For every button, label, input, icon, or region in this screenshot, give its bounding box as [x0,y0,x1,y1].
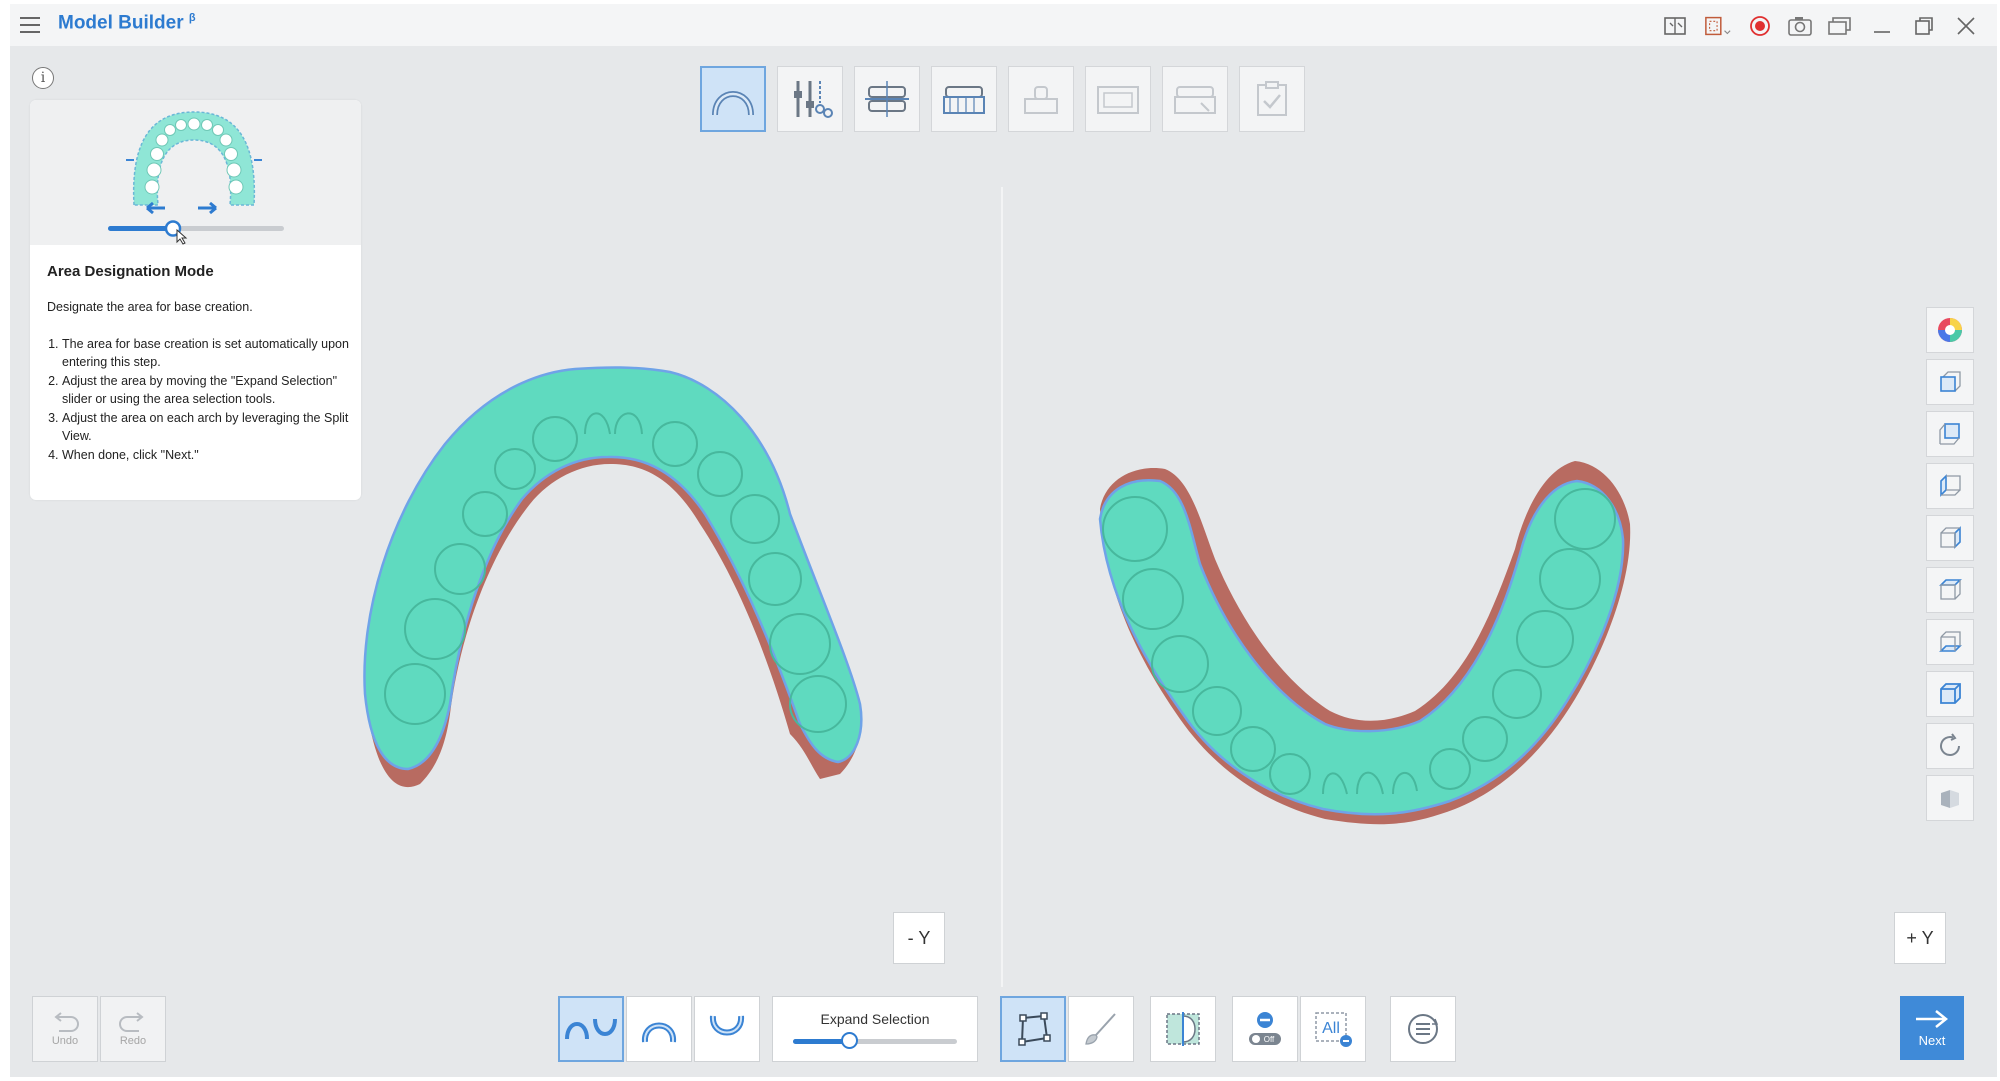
color-wheel-icon [1938,318,1962,342]
close-icon[interactable] [1952,13,1980,39]
camera-icon[interactable] [1786,13,1814,39]
back-view-icon [1939,423,1960,445]
book-icon[interactable] [1662,13,1690,39]
step-occlusion-button[interactable] [854,66,920,132]
transparency-button[interactable] [1926,775,1974,821]
guide-description: Designate the area for base creation. [47,300,253,314]
step-arch-area-button[interactable] [700,66,766,132]
window-switch-icon[interactable] [1826,13,1854,39]
step-die-button[interactable] [1008,66,1074,132]
upper-arch-model[interactable] [350,364,920,804]
step-base-button[interactable] [931,66,997,132]
split-area-icon [1166,1012,1200,1046]
guide-step-item: When done, click "Next." [62,447,361,465]
right-view-button[interactable] [1926,515,1974,561]
left-view-icon [1940,474,1961,497]
left-view-direction-button[interactable]: - Y [893,912,945,964]
label-icon [1097,86,1139,114]
left-view-button[interactable] [1926,463,1974,509]
region-icon[interactable] [1704,13,1732,39]
lower-arch-icon [710,1015,744,1036]
back-view-button[interactable] [1926,411,1974,457]
lower-arch-model[interactable] [1085,449,1675,849]
reset-view-button[interactable] [1926,723,1974,769]
hamburger-menu-icon[interactable] [18,14,44,36]
next-button[interactable]: Next [1900,996,1964,1060]
base-icon [943,86,985,114]
occlusion-icon [865,81,909,117]
select-all-icon: All [1315,1012,1352,1047]
guide-illustration [30,100,361,245]
minimize-icon[interactable] [1868,13,1896,39]
undo-label: Undo [51,1035,79,1047]
iso-view-icon [1940,683,1961,704]
right-view-direction-button[interactable]: + Y [1894,912,1946,964]
record-icon[interactable] [1746,13,1774,39]
polygon-select-icon [1018,1012,1051,1046]
deselect-toggle-button[interactable]: Off [1232,996,1298,1062]
app-window: Model Builder β i Area Designation Mode … [10,4,1997,1077]
step-engrave-button[interactable] [1162,66,1228,132]
reset-view-icon [1940,733,1960,756]
expand-selection-label: Expand Selection [820,1011,930,1027]
restore-icon[interactable] [1910,13,1938,39]
front-view-button[interactable] [1926,359,1974,405]
guide-step-item: Adjust the area by moving the "Expand Se… [62,373,361,408]
lower-arch-button[interactable] [694,996,760,1062]
guide-step-item: The area for base creation is set automa… [62,336,361,371]
title-bar: Model Builder β [10,4,1997,46]
brush-icon [1085,1013,1116,1045]
redo-label: Redo [119,1035,147,1047]
undo-icon [54,1012,79,1032]
step-finish-button[interactable] [1239,66,1305,132]
expand-selection-thumb[interactable] [840,1032,858,1049]
both-arches-button[interactable] [558,996,624,1062]
redo-button[interactable]: Redo [100,996,166,1062]
arch-outline-icon [712,91,754,116]
guide-step-item: Adjust the area on each arch by leveragi… [62,410,361,445]
refresh-list-icon [1408,1014,1439,1044]
bottom-view-button[interactable] [1926,619,1974,665]
die-icon [1024,86,1058,114]
right-view-icon [1940,526,1961,549]
transparency-icon [1941,790,1959,808]
step-trim-tools-button[interactable] [777,66,843,132]
bottom-view-icon [1939,631,1962,652]
top-view-button[interactable] [1926,567,1974,613]
expand-selection-control: Expand Selection [772,996,978,1062]
engrave-icon [1174,86,1216,114]
clipboard-check-icon [1257,81,1287,116]
upper-arch-button[interactable] [626,996,692,1062]
top-view-icon [1939,579,1962,600]
step-label-button[interactable] [1085,66,1151,132]
next-label: Next [1918,1033,1946,1048]
brush-select-button[interactable] [1068,996,1134,1062]
off-label: Off [1264,1035,1275,1044]
polygon-select-button[interactable] [1000,996,1066,1062]
beta-mark: β [188,12,196,24]
guide-panel: Area Designation Mode Designate the area… [30,100,361,500]
redo-icon [119,1012,144,1032]
split-view-divider[interactable] [1001,187,1003,987]
info-toggle-button[interactable]: i [32,67,54,89]
select-all-button[interactable]: All [1300,996,1366,1062]
iso-view-button[interactable] [1926,671,1974,717]
split-select-button[interactable] [1150,996,1216,1062]
deselect-off-icon: Off [1249,1012,1281,1045]
undo-button[interactable]: Undo [32,996,98,1062]
all-label: All [1322,1020,1340,1037]
front-view-icon [1940,371,1961,392]
both-arches-icon [565,1018,617,1040]
selection-options-button[interactable] [1390,996,1456,1062]
color-wheel-button[interactable] [1926,307,1974,353]
guide-steps: The area for base creation is set automa… [47,336,361,467]
guide-title: Area Designation Mode [47,263,214,280]
trim-tools-icon [794,81,833,118]
expand-selection-slider[interactable] [793,1032,957,1049]
upper-arch-icon [642,1022,676,1043]
arrow-right-icon [1916,1010,1949,1028]
app-title: Model Builder [58,12,184,34]
